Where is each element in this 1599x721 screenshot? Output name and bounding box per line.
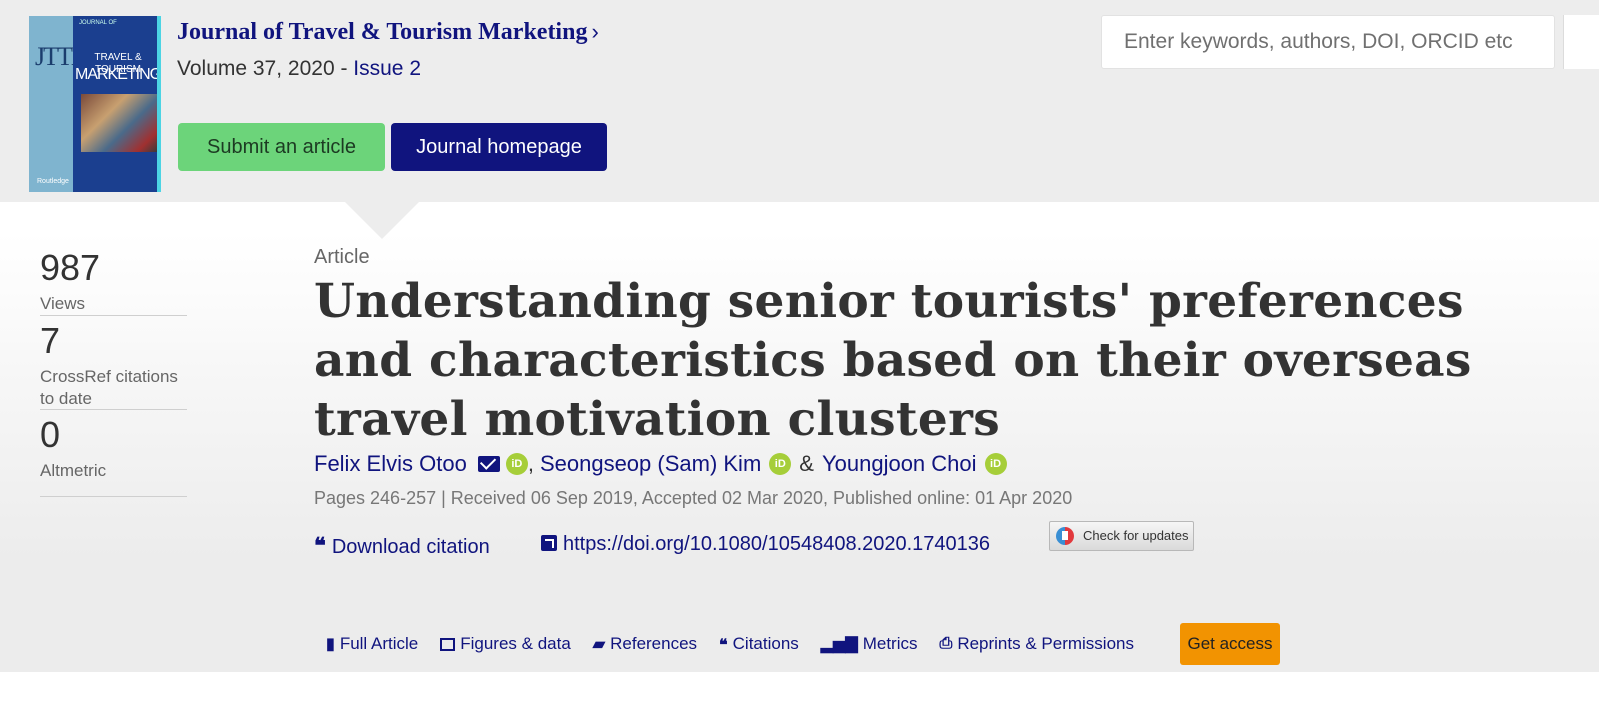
tab-citations[interactable]: ❝ Citations [719,634,799,654]
crossmark-icon [1056,527,1074,545]
altmetric-count[interactable]: 0 [40,414,60,456]
author-separator: & [799,451,814,476]
orcid-icon[interactable]: iD [984,453,1007,475]
cover-artwork [81,94,157,152]
volume-text: Volume 37, 2020 - [177,57,354,80]
article-title: Understanding senior tourists' preferenc… [314,272,1474,449]
page-bottom [0,672,1599,721]
cover-top-text: JOURNAL OF [79,20,117,26]
doi-text: https://doi.org/10.1080/10548408.2020.17… [563,533,991,555]
metric-divider [40,496,187,497]
image-icon [440,637,456,651]
article-title-line: travel motivation clusters [314,392,1000,447]
check-for-updates-label: Check for updates [1083,528,1189,543]
tab-full-article[interactable]: ▮ Full Article [326,634,418,654]
external-link-icon [541,535,557,551]
check-for-updates-button[interactable]: Check for updates [1049,521,1194,551]
tab-label: Figures & data [460,634,571,653]
orcid-icon[interactable]: iD [769,453,792,475]
crossref-label: CrossRef citations to date [40,367,178,408]
envelope-icon[interactable] [477,456,500,472]
doi-link[interactable]: https://doi.org/10.1080/10548408.2020.17… [541,533,990,556]
bar-chart-icon: ▂▅▇ [820,636,858,653]
article-title-line: Understanding senior tourists' preferenc… [314,274,1464,329]
views-count: 987 [40,247,101,288]
tab-label: Metrics [862,634,918,653]
journal-homepage-button[interactable]: Journal homepage [391,123,607,171]
tab-label: Citations [732,634,799,653]
author-link[interactable]: Seongseop (Sam) Kim [540,451,761,477]
article-title-line: and characteristics based on their overs… [314,333,1472,388]
get-access-button[interactable]: Get access [1180,623,1280,665]
download-citation-label: Download citation [331,536,490,558]
tab-label: References [610,634,698,653]
quote-icon: ❝ [314,533,326,559]
journal-cover-image[interactable]: JTTM JOURNAL OF TRAVEL & TOURISM MARKETI… [29,16,161,192]
tab-references[interactable]: ▰ References [593,634,697,654]
author-link[interactable]: Felix Elvis Otoo [314,451,467,477]
author-list: Felix Elvis Otoo iD , Seongseop (Sam) Ki… [314,451,1007,477]
tab-figures-data[interactable]: Figures & data [440,634,571,654]
header-notch [345,202,419,239]
metric-divider [40,409,187,410]
cover-publisher: Routledge [37,178,69,185]
views-label: Views [40,294,86,313]
chevron-right-icon: › [591,19,599,44]
volume-issue: Volume 37, 2020 - Issue 2 [177,57,421,81]
orcid-icon[interactable]: iD [505,453,528,475]
journal-title-text: Journal of Travel & Tourism Marketing [177,19,588,45]
submit-article-button[interactable]: Submit an article [178,123,385,171]
author-link[interactable]: Youngjoon Choi [822,451,977,477]
tab-reprints-permissions[interactable]: ⎙ Reprints & Permissions [940,634,1134,654]
journal-header: JTTM JOURNAL OF TRAVEL & TOURISM MARKETI… [0,0,1599,202]
search-button[interactable] [1563,15,1599,69]
print-icon: ⎙ [939,635,953,652]
article-type: Article [314,246,370,268]
cover-title-big: MARKETING [75,66,161,83]
quote-icon: ❝ [719,634,728,654]
tab-label: Reprints & Permissions [957,634,1134,653]
book-icon: ▰ [592,636,606,653]
author-separator: , [527,451,534,476]
publication-history: Pages 246-257 | Received 06 Sep 2019, Ac… [314,488,1073,508]
article-tabs: ▮ Full Article Figures & data ▰ References… [326,623,1156,665]
journal-title-link[interactable]: Journal of Travel & Tourism Marketing › [177,19,599,46]
tab-label: Full Article [339,634,419,653]
issue-link[interactable]: Issue 2 [353,57,421,80]
cover-edge [157,16,161,192]
file-icon: ▮ [326,636,335,653]
tab-metrics[interactable]: ▂▅▇ Metrics [821,634,918,654]
crossref-count[interactable]: 7 [40,320,60,362]
search-input[interactable]: Enter keywords, authors, DOI, ORCID etc [1101,15,1555,69]
download-citation-link[interactable]: ❝ Download citation [314,533,490,559]
altmetric-label: Altmetric [40,461,107,480]
metric-divider [40,315,187,316]
